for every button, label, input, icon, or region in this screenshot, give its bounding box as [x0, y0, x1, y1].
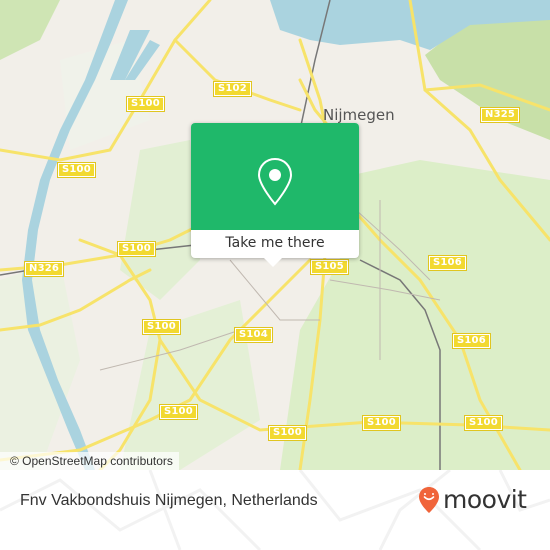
road-shield: S100 — [126, 96, 165, 112]
footer-bar: Fnv Vakbondshuis Nijmegen, Netherlands m… — [0, 470, 550, 550]
take-me-there-button[interactable]: Take me there — [191, 230, 359, 258]
park-area — [0, 0, 60, 60]
road-shield: S105 — [310, 259, 349, 275]
popup-pointer — [264, 258, 282, 267]
road-shield: S106 — [428, 255, 467, 271]
road-shield: S102 — [213, 81, 252, 97]
map-pin-icon — [257, 157, 293, 206]
road-shield: S100 — [464, 415, 503, 431]
map-view[interactable]: S100 S102 S100 S100 N326 N325 S105 S106 … — [0, 0, 550, 470]
park-area — [120, 140, 200, 300]
moovit-pin-icon — [419, 486, 439, 513]
brand-name: moovit — [443, 485, 527, 514]
road-shield: N325 — [479, 107, 521, 123]
park-area — [0, 260, 80, 470]
road-shield: S100 — [57, 162, 96, 178]
map-attribution[interactable]: © OpenStreetMap contributors — [0, 452, 179, 470]
place-name: Fnv Vakbondshuis Nijmegen, Netherlands — [20, 492, 318, 509]
road-shield: S100 — [117, 241, 156, 257]
road-shield: S100 — [268, 425, 307, 441]
road-shield: N326 — [23, 261, 65, 277]
popup-header — [191, 123, 359, 230]
city-label: Nijmegen — [323, 106, 395, 124]
moovit-logo[interactable]: moovit — [418, 485, 527, 514]
road-shield: S100 — [159, 404, 198, 420]
road-shield: S106 — [452, 333, 491, 349]
location-popup: Take me there — [191, 123, 359, 267]
attribution-text: © OpenStreetMap contributors — [10, 454, 173, 468]
road-shield: S104 — [234, 327, 273, 343]
road-shield: S100 — [142, 319, 181, 335]
road-shield: S100 — [362, 415, 401, 431]
